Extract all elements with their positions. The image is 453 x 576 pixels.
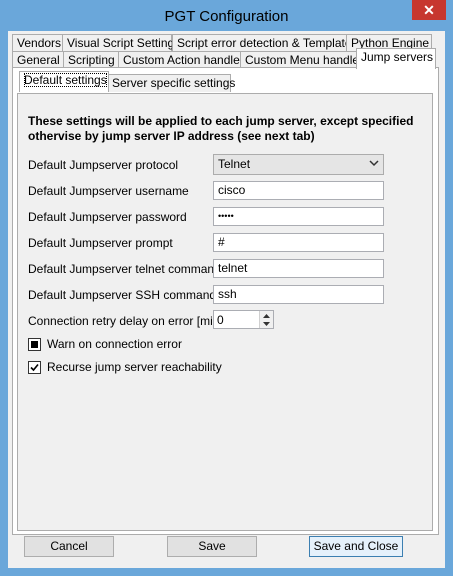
protocol-value: Telnet [218, 157, 251, 171]
chevron-down-icon [369, 160, 379, 167]
telnet-command-label: Default Jumpserver telnet command [28, 262, 221, 276]
title-bar[interactable]: PGT Configuration ✕ [0, 0, 453, 31]
info-text: These settings will be applied to each j… [28, 114, 414, 143]
close-button[interactable]: ✕ [412, 0, 446, 20]
ssh-command-input[interactable]: ssh [213, 285, 384, 304]
default-settings-panel: These settings will be applied to each j… [17, 93, 433, 531]
retry-delay-stepper[interactable]: 0 [213, 310, 274, 329]
config-window: PGT Configuration ✕ Vendors Visual Scrip… [0, 0, 453, 576]
protocol-select[interactable]: Telnet [213, 154, 384, 175]
indeterminate-checkbox-icon[interactable] [28, 337, 41, 351]
prompt-label: Default Jumpserver prompt [28, 236, 173, 250]
jump-servers-panel: Default settings Server specific setting… [12, 67, 439, 535]
warn-checkbox-label: Warn on connection error [47, 337, 182, 351]
spin-down-icon[interactable] [262, 321, 271, 327]
close-icon: ✕ [423, 1, 435, 18]
username-label: Default Jumpserver username [28, 184, 189, 198]
subtab-default-settings[interactable]: Default settings [19, 71, 109, 92]
recurse-checkbox[interactable]: Recurse jump server reachability [28, 360, 222, 374]
password-label: Default Jumpserver password [28, 210, 187, 224]
spin-arrows[interactable] [259, 311, 273, 328]
spin-up-icon[interactable] [262, 313, 271, 319]
warn-checkbox[interactable]: Warn on connection error [28, 337, 182, 351]
username-input[interactable]: cisco [213, 181, 384, 200]
tab-vendors[interactable]: Vendors [12, 34, 64, 52]
prompt-input[interactable]: # [213, 233, 384, 252]
tab-jump-servers[interactable]: Jump servers [356, 48, 436, 69]
retry-delay-label: Connection retry delay on error [min] : [28, 314, 230, 328]
cancel-button[interactable]: Cancel [24, 536, 114, 557]
window-title: PGT Configuration [164, 8, 289, 25]
protocol-label: Default Jumpserver protocol [28, 158, 179, 172]
save-button[interactable]: Save [167, 536, 257, 557]
retry-delay-value: 0 [217, 313, 224, 327]
subtab-server-specific-settings[interactable]: Server specific settings [107, 74, 235, 92]
recurse-checkbox-label: Recurse jump server reachability [47, 360, 222, 374]
tab-visual-script-settings[interactable]: Visual Script Settings [62, 34, 180, 52]
password-input[interactable]: ••••• [213, 207, 384, 226]
client-area: Vendors Visual Script Settings Script er… [8, 31, 445, 568]
ssh-command-label: Default Jumpserver SSH command [28, 288, 217, 302]
tab-script-error-detection[interactable]: Script error detection & Templates [172, 34, 358, 52]
checkmark-icon[interactable] [28, 360, 41, 374]
save-and-close-button[interactable]: Save and Close [309, 536, 403, 557]
telnet-command-input[interactable]: telnet [213, 259, 384, 278]
